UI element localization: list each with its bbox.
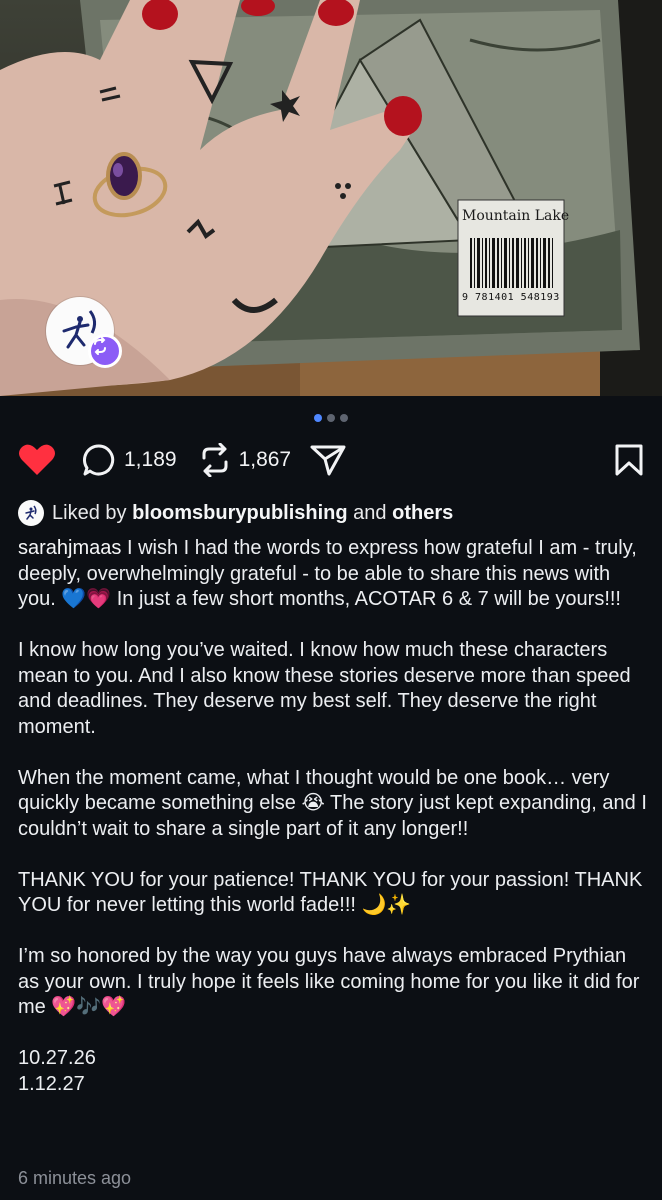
carousel-dot-active[interactable] — [314, 414, 322, 422]
action-bar: 1,189 1,867 — [18, 440, 644, 480]
heart-icon — [19, 444, 55, 475]
like-button[interactable] — [18, 443, 56, 477]
carousel-dot[interactable] — [340, 414, 348, 422]
post-caption: sarahjmaas I wish I had the words to exp… — [18, 536, 648, 1097]
liked-by-prefix: Liked by — [52, 501, 127, 524]
caption-paragraph: When the moment came, what I thought wou… — [18, 766, 647, 840]
carousel-dot[interactable] — [327, 414, 335, 422]
caption-paragraph: I’m so honored by the way you guys have … — [18, 945, 640, 1018]
liked-by-avatar — [18, 500, 44, 526]
book-label: Mountain Lake — [462, 208, 570, 224]
liked-by-conjunction: and — [353, 501, 387, 524]
release-date: 1.12.27 — [18, 1072, 85, 1095]
repost-button[interactable]: 1,867 — [199, 443, 292, 477]
caption-paragraph: THANK YOU for your patience! THANK YOU f… — [18, 868, 643, 917]
comment-icon — [83, 444, 115, 476]
carousel-indicator — [0, 414, 662, 422]
share-button[interactable] — [309, 443, 347, 477]
repost-count: 1,867 — [238, 448, 292, 471]
liked-by-others[interactable]: others — [392, 502, 453, 525]
barcode-number: 9 781401 548193 — [462, 292, 560, 303]
share-icon — [310, 445, 346, 476]
bookmark-icon — [615, 444, 643, 476]
archer-logo-icon — [25, 505, 37, 520]
caption-intro: sarahjmaas I wish I had the words to exp… — [18, 536, 648, 613]
repost-badge-icon — [88, 334, 122, 368]
save-button[interactable] — [614, 443, 644, 477]
liked-by[interactable]: Liked by bloomsburypublishing and others — [18, 500, 453, 526]
post-timestamp: 6 minutes ago — [18, 1168, 132, 1188]
release-date: 10.27.26 — [18, 1047, 96, 1069]
author-username[interactable]: sarahjmaas — [18, 537, 121, 559]
comment-button[interactable]: 1,189 — [82, 443, 177, 477]
repost-icon — [202, 443, 228, 477]
liked-by-account[interactable]: bloomsburypublishing — [132, 502, 348, 525]
comment-count: 1,189 — [124, 448, 177, 471]
post-photo[interactable]: Mountain Lake 9 781401 548193 — [0, 0, 662, 396]
caption-paragraph: I know how long you’ve waited. I know ho… — [18, 639, 631, 738]
release-dates: 10.27.26 1.12.27 — [18, 1046, 648, 1097]
